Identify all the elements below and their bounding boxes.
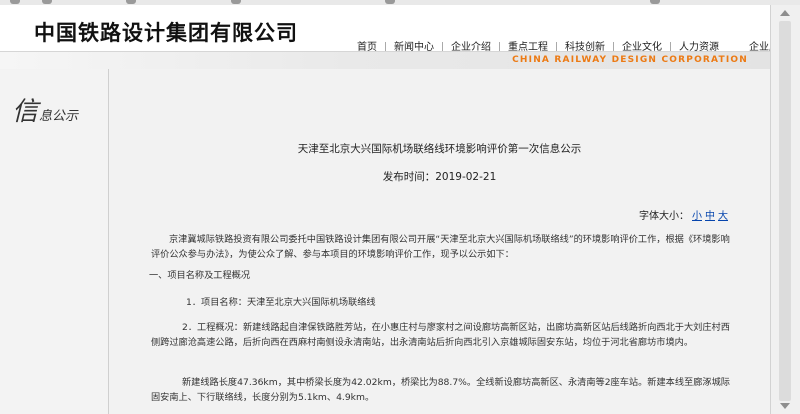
vertical-scrollbar[interactable] bbox=[770, 5, 800, 414]
font-size-large-link[interactable]: 大 bbox=[718, 211, 728, 222]
font-size-control: 字体大小：小中大 bbox=[639, 207, 728, 222]
tagline: CHINA RAILWAY DESIGN CORPORATION bbox=[512, 55, 748, 65]
scrollbar-thumb[interactable] bbox=[779, 21, 791, 401]
font-size-small-link[interactable]: 小 bbox=[692, 211, 702, 222]
tab-indicator bbox=[231, 0, 241, 4]
main-nav: 首页 新闻中心 企业介绍 重点工程 科技创新 企业文化 人力资源 企业应用 bbox=[349, 35, 797, 53]
left-sidebar: 信息公示 bbox=[0, 69, 109, 414]
article-section-heading: 一、项目名称及工程概况 bbox=[149, 270, 251, 281]
article-content: 天津至北京大兴国际机场联络线环境影响评价第一次信息公示 发布时间：2019-02… bbox=[109, 69, 770, 414]
article-paragraph: 1．项目名称：天津至北京大兴国际机场联络线 bbox=[186, 297, 376, 308]
site-header: 中国铁路设计集团有限公司 首页 新闻中心 企业介绍 重点工程 科技创新 企业文化 人力资源企… bbox=[0, 5, 789, 53]
article-paragraph: 京津冀城际铁路投资有限公司委托中国铁路设计集团有限公司开展“天津至北京大兴国际机… bbox=[151, 234, 730, 260]
article-title: 天津至北京大兴国际机场联络线环境影响评价第一次信息公示 bbox=[297, 143, 582, 155]
scroll-up-icon[interactable] bbox=[780, 10, 790, 16]
font-size-label: 字体大小： bbox=[639, 211, 689, 222]
tab-indicator bbox=[650, 0, 660, 4]
section-title: 信息公示 bbox=[12, 91, 78, 128]
section-title-small: 息公示 bbox=[39, 109, 79, 124]
site-logo[interactable]: 中国铁路设计集团有限公司 bbox=[34, 17, 298, 47]
tab-indicator bbox=[42, 0, 52, 4]
scroll-down-icon[interactable] bbox=[780, 403, 790, 409]
font-size-medium-link[interactable]: 中 bbox=[705, 211, 715, 222]
section-title-big: 信 bbox=[12, 97, 39, 127]
tab-indicator bbox=[126, 0, 136, 4]
tab-indicator bbox=[10, 0, 20, 4]
article-date: 发布时间：2019-02-21 bbox=[382, 171, 497, 183]
article-paragraph: 2．工程概况：新建线路起自津保铁路胜芳站，在小惠庄村与廖家村之间设廊坊高新区站，… bbox=[151, 322, 730, 348]
tab-indicator bbox=[385, 0, 395, 4]
article-paragraph: 新建线路长度47.36km，其中桥梁长度为42.02km，桥梁比为88.7%。全… bbox=[151, 377, 730, 403]
tagline-bar: CHINA RAILWAY DESIGN CORPORATION bbox=[0, 51, 770, 69]
